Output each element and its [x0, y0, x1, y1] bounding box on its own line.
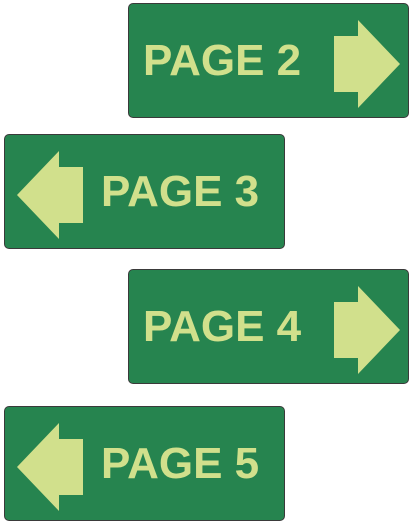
page-3-button[interactable]: PAGE 3 — [4, 134, 285, 249]
button-label: PAGE 5 — [101, 439, 260, 488]
arrow-left-icon — [17, 151, 83, 239]
arrow-right-icon — [334, 20, 400, 108]
button-label: PAGE 3 — [101, 167, 260, 216]
button-label: PAGE 2 — [143, 36, 302, 85]
page-4-button[interactable]: PAGE 4 — [128, 269, 409, 384]
page-2-button[interactable]: PAGE 2 — [128, 3, 409, 118]
arrow-right-icon — [334, 286, 400, 374]
button-label: PAGE 4 — [143, 302, 302, 351]
arrow-left-icon — [17, 423, 83, 511]
page-5-button[interactable]: PAGE 5 — [4, 406, 285, 521]
